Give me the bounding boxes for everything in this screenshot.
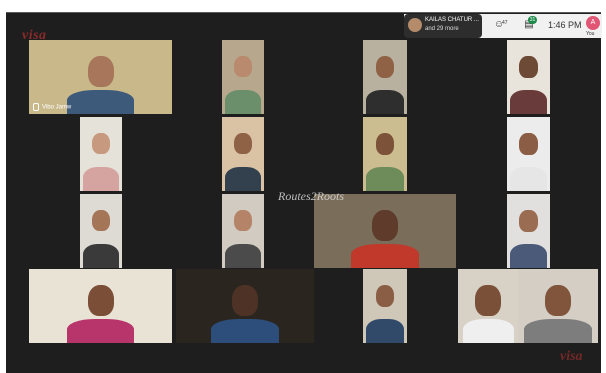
participant-tile[interactable] <box>507 117 550 191</box>
participant-head <box>519 56 538 78</box>
chat-badge: 31 <box>528 16 537 24</box>
participant-tile[interactable] <box>507 40 550 114</box>
participant-head <box>87 285 114 317</box>
participant-head <box>519 133 538 155</box>
participant-body <box>366 167 404 191</box>
participant-body <box>351 244 419 268</box>
participant-tile[interactable] <box>80 194 122 268</box>
participant-body <box>225 167 261 191</box>
participant-head <box>375 133 395 156</box>
participant-avatar <box>408 18 422 32</box>
participant-body <box>83 244 119 268</box>
participant-tile[interactable] <box>518 269 598 343</box>
participant-tile[interactable] <box>314 194 456 268</box>
participant-lead-name: KAILAS CHATUR ... <box>425 17 479 23</box>
participants-chip[interactable]: KAILAS CHATUR ... and 29 more <box>404 14 482 38</box>
participant-head <box>234 210 252 232</box>
participant-tile[interactable] <box>29 269 172 343</box>
mic-icon <box>33 103 39 111</box>
footer-logo: visa <box>560 349 583 364</box>
participant-head <box>519 210 538 232</box>
participant-tile[interactable] <box>80 117 122 191</box>
participant-body <box>66 90 135 114</box>
participant-tile[interactable] <box>222 194 264 268</box>
participant-tile[interactable] <box>222 117 264 191</box>
self-avatar[interactable]: A <box>586 16 600 30</box>
participant-head <box>87 56 114 88</box>
participant-body <box>510 244 547 268</box>
participant-body <box>366 319 404 343</box>
participant-body <box>524 319 592 343</box>
participant-tile[interactable] <box>363 117 407 191</box>
participant-body <box>225 90 261 114</box>
watermark: Routes2Roots <box>278 189 344 203</box>
participant-head <box>92 133 110 155</box>
participant-head <box>92 210 110 232</box>
participant-tile[interactable] <box>363 269 407 343</box>
clock-time: 1:46 PM <box>548 20 582 30</box>
participant-tile[interactable] <box>507 194 550 268</box>
participant-tile[interactable]: Vibo Jamw <box>29 40 172 114</box>
people-count: 47 <box>502 20 508 26</box>
participant-name-text: Vibo Jamw <box>42 104 72 111</box>
participant-body <box>66 319 135 343</box>
participant-body <box>462 319 514 343</box>
participant-head <box>475 285 501 316</box>
self-label: You <box>586 31 595 37</box>
participant-body <box>366 90 404 114</box>
participant-head <box>234 133 252 155</box>
participant-name: Vibo Jamw <box>33 103 71 111</box>
participant-body <box>83 167 119 191</box>
participant-body <box>510 167 547 191</box>
participant-body <box>225 244 261 268</box>
participant-body <box>211 319 279 343</box>
participant-head <box>232 285 258 317</box>
participant-head <box>545 285 571 317</box>
participant-head <box>372 210 398 242</box>
people-icon[interactable]: ☺ 47 <box>490 17 508 33</box>
participant-head <box>234 56 252 78</box>
participant-tile[interactable] <box>176 269 314 343</box>
participant-head <box>375 285 395 308</box>
participant-more: and 29 more <box>425 26 459 32</box>
participant-tile[interactable] <box>458 269 518 343</box>
participant-body <box>510 90 547 114</box>
participant-head <box>375 56 395 79</box>
participant-tile[interactable] <box>222 40 264 114</box>
participant-tile[interactable] <box>363 40 407 114</box>
